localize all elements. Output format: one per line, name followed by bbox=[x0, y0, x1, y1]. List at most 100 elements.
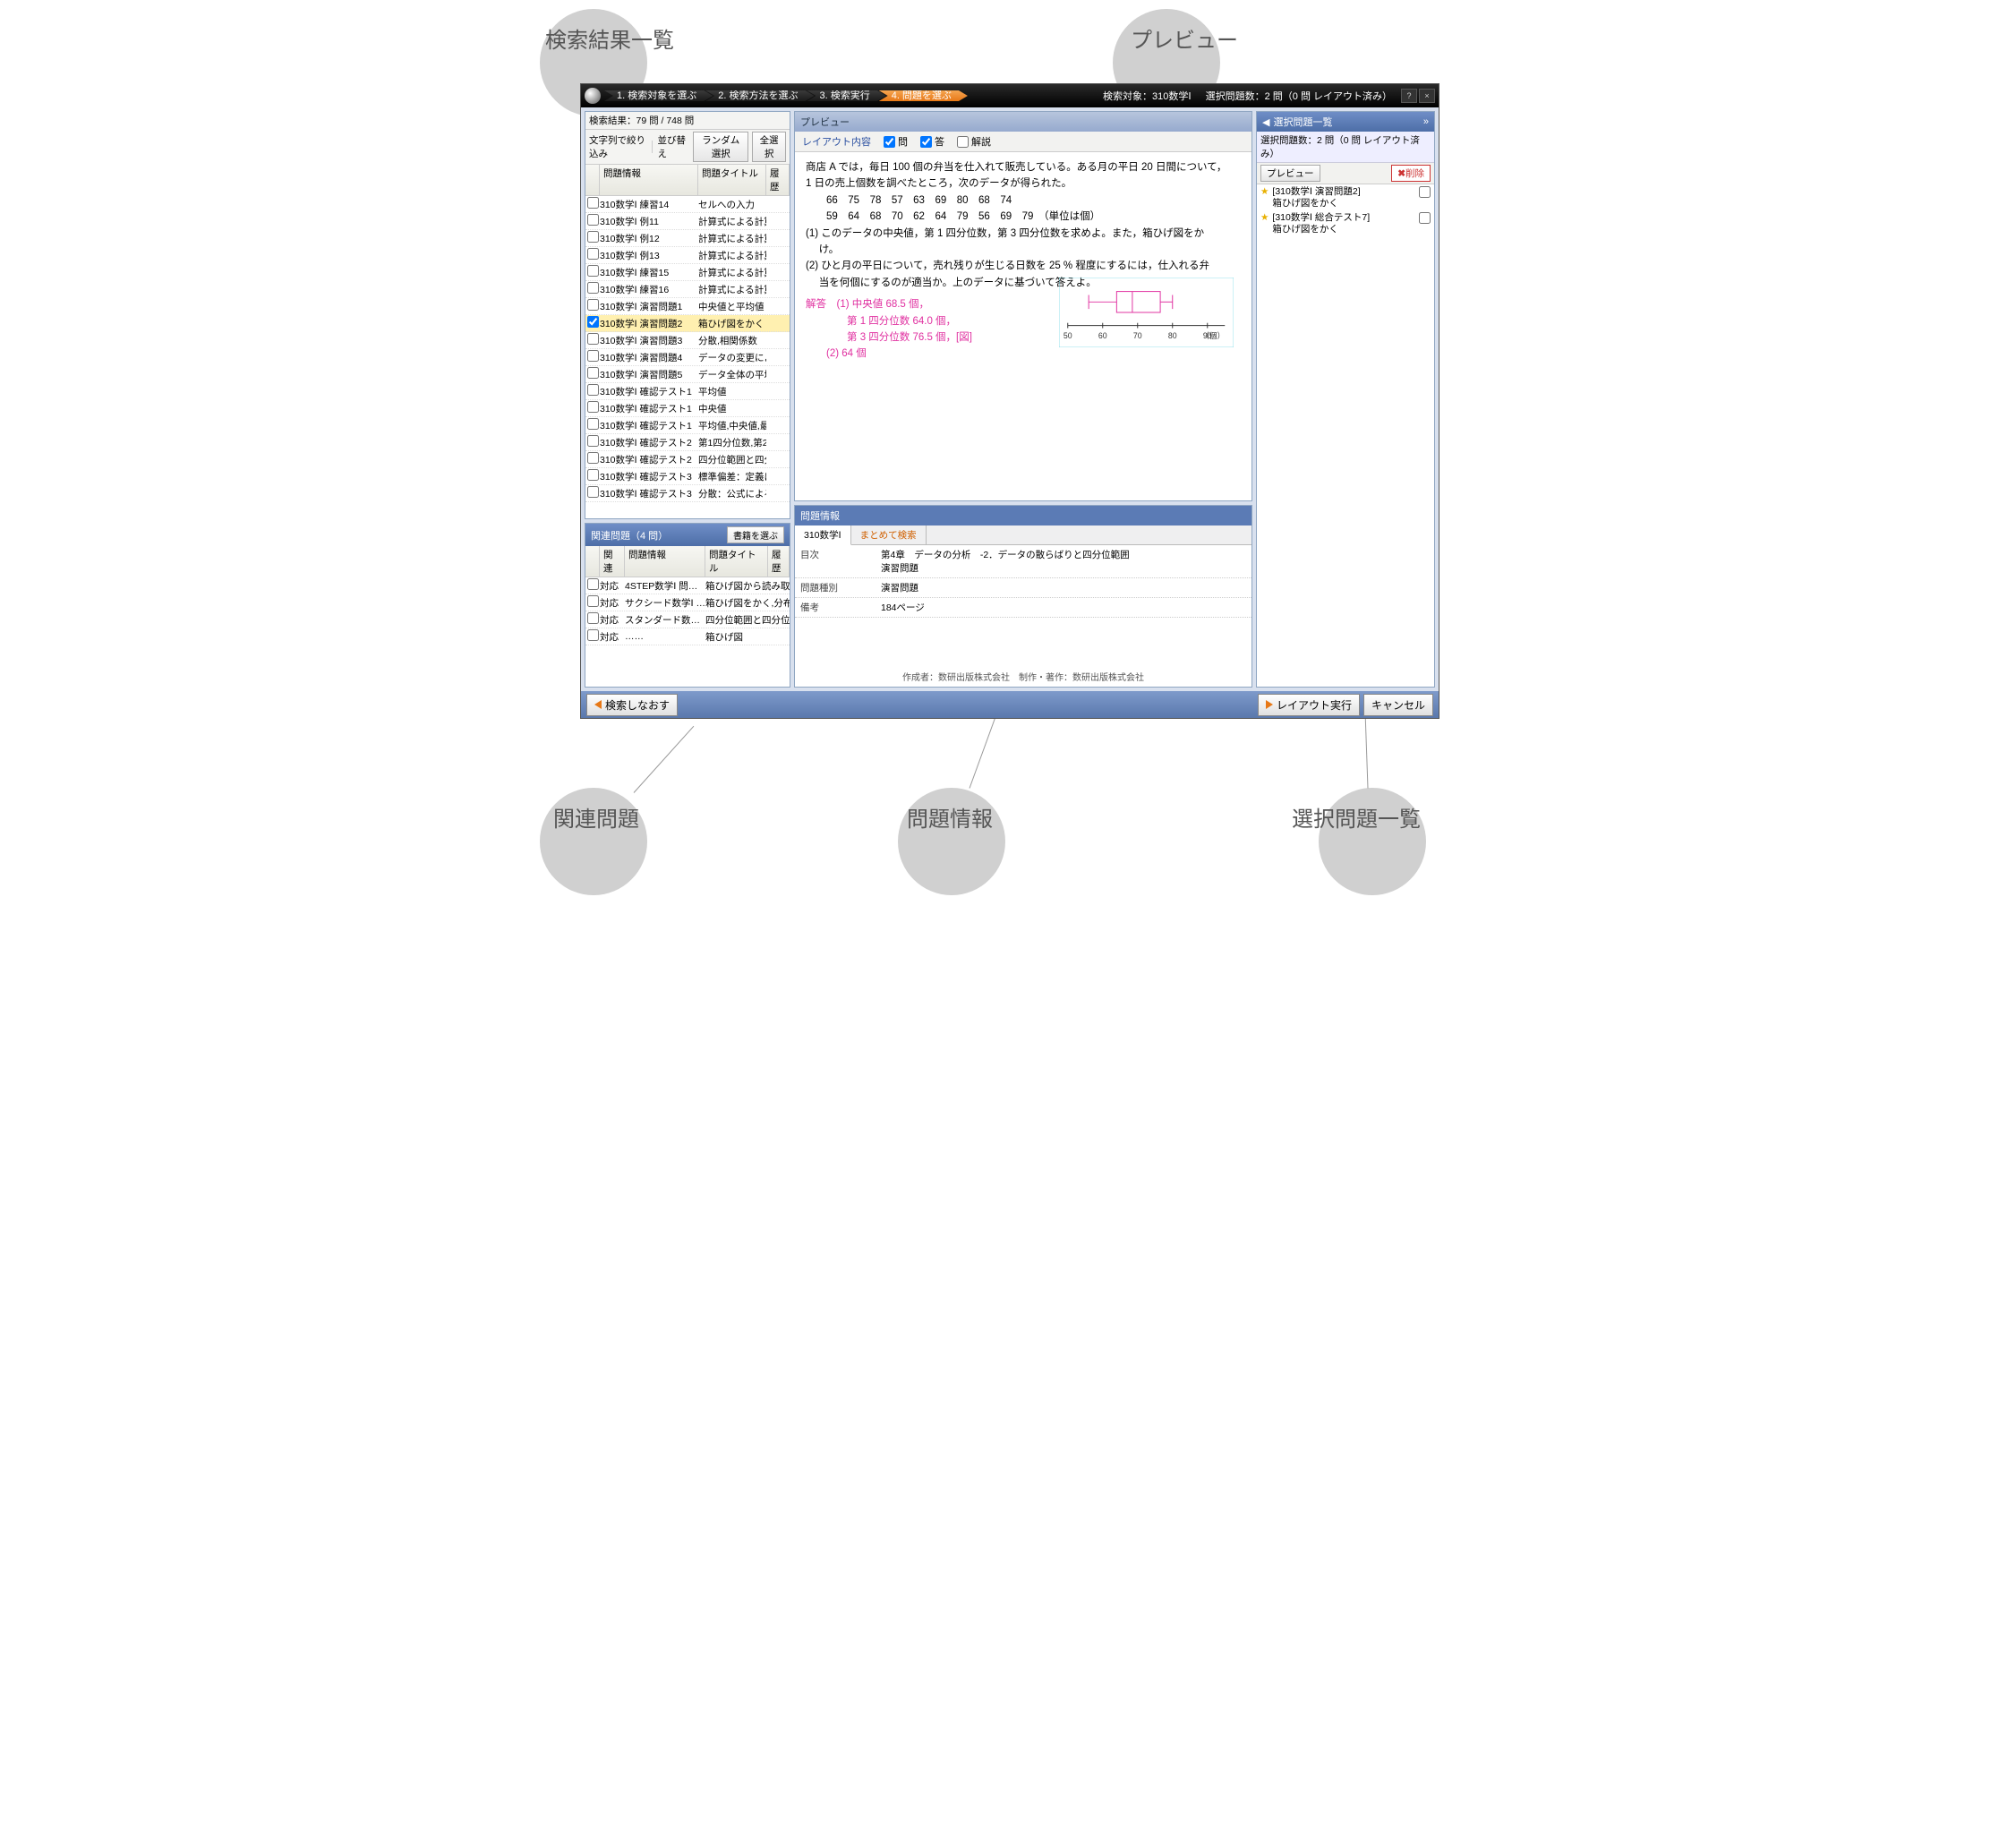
row-info: 310数学Ⅰ 演習問題3 bbox=[600, 334, 698, 347]
selected-delete-button[interactable]: ✖削除 bbox=[1391, 165, 1431, 182]
wizard-step-3[interactable]: 3. 検索実行 bbox=[807, 90, 885, 101]
row-checkbox[interactable] bbox=[587, 333, 599, 345]
row-title: 箱ひげ図 bbox=[705, 630, 790, 644]
row-checkbox[interactable] bbox=[587, 316, 599, 328]
search-results-header: 問題情報 問題タイトル 履歴 bbox=[585, 165, 790, 196]
selected-problems-panel: ◀ 選択問題一覧 » 選択問題数：2 問（0 問 レイアウト済み） プレビュー … bbox=[1256, 111, 1435, 688]
select-all-button[interactable]: 全選択 bbox=[752, 132, 786, 162]
row-checkbox[interactable] bbox=[587, 452, 599, 464]
selected-item[interactable]: ★[310数学Ⅰ 演習問題2] 箱ひげ図をかく bbox=[1257, 184, 1434, 210]
col-header-rel-title[interactable]: 問題タイトル bbox=[705, 546, 768, 577]
preview-line: 66 75 78 57 63 69 80 68 74 bbox=[806, 192, 1241, 209]
row-info: 310数学Ⅰ 確認テスト2 bbox=[600, 436, 698, 449]
related-row[interactable]: 対応サクシード数学Ⅰ …箱ひげ図をかく,分布を… bbox=[585, 594, 790, 611]
row-checkbox[interactable] bbox=[587, 612, 599, 624]
boxplot-figure: 5060708090 （個） bbox=[1059, 278, 1234, 353]
preview-line: 商店 A では，毎日 100 個の弁当を仕入れて販売している。ある月の平日 20… bbox=[806, 159, 1241, 175]
wizard-step-1[interactable]: 1. 検索対象を選ぶ bbox=[604, 90, 713, 101]
row-checkbox[interactable] bbox=[587, 214, 599, 226]
svg-text:50: 50 bbox=[1064, 331, 1072, 340]
search-result-row[interactable]: 310数学Ⅰ 例11計算式による計算：和差… bbox=[585, 213, 790, 230]
search-result-row[interactable]: 310数学Ⅰ 確認テスト1平均値,中央値,最頻値 bbox=[585, 417, 790, 434]
row-checkbox[interactable] bbox=[587, 248, 599, 260]
search-result-row[interactable]: 310数学Ⅰ 確認テスト2第1四分位数,第2四分位… bbox=[585, 434, 790, 451]
search-result-row[interactable]: 310数学Ⅰ 確認テスト3分散：公式による bbox=[585, 485, 790, 502]
row-checkbox[interactable] bbox=[587, 435, 599, 447]
layout-content-label: レイアウト内容 bbox=[802, 134, 871, 149]
row-checkbox[interactable] bbox=[587, 282, 599, 294]
close-button[interactable]: × bbox=[1419, 89, 1435, 103]
checkbox-explanation[interactable]: 解説 bbox=[957, 134, 991, 149]
row-checkbox[interactable] bbox=[587, 486, 599, 498]
selected-header-label: 選択問題一覧 bbox=[1273, 115, 1332, 129]
row-title: データ全体の平均値と分散 bbox=[698, 368, 766, 381]
search-result-row[interactable]: 310数学Ⅰ 確認テスト2四分位範囲と四分位偏差… bbox=[585, 451, 790, 468]
wizard-step-4[interactable]: 4. 問題を選ぶ bbox=[879, 90, 968, 101]
row-checkbox[interactable] bbox=[587, 231, 599, 243]
row-checkbox[interactable] bbox=[587, 401, 599, 413]
search-result-row[interactable]: 310数学Ⅰ 確認テスト3標準偏差：定義による bbox=[585, 468, 790, 485]
search-result-row[interactable]: 310数学Ⅰ 演習問題1中央値と平均値 bbox=[585, 298, 790, 315]
sort-label[interactable]: 並び替え bbox=[657, 133, 686, 160]
help-button[interactable]: ? bbox=[1401, 89, 1417, 103]
info-tab[interactable]: 310数学Ⅰ bbox=[795, 525, 851, 545]
row-info: 310数学Ⅰ 演習問題2 bbox=[600, 317, 698, 330]
info-tab[interactable]: まとめて検索 bbox=[851, 525, 927, 544]
selected-item-checkbox[interactable] bbox=[1419, 212, 1431, 224]
row-checkbox[interactable] bbox=[587, 384, 599, 396]
row-checkbox[interactable] bbox=[587, 350, 599, 362]
title-bar: 1. 検索対象を選ぶ2. 検索方法を選ぶ3. 検索実行4. 問題を選ぶ 検索対象… bbox=[581, 84, 1439, 107]
col-header-rel-hist[interactable]: 履歴 bbox=[768, 546, 790, 577]
info-row: 目次第4章 データの分析 -2．データの散らばりと四分位範囲 演習問題 bbox=[795, 545, 1251, 578]
search-result-row[interactable]: 310数学Ⅰ 練習16計算式による計算：相関… bbox=[585, 281, 790, 298]
search-result-row[interactable]: 310数学Ⅰ 演習問題4データの変更による平均値… bbox=[585, 349, 790, 366]
checkbox-question[interactable]: 問 bbox=[884, 134, 908, 149]
layout-execute-button[interactable]: レイアウト実行 bbox=[1258, 694, 1360, 716]
info-row: 備考184ページ bbox=[795, 598, 1251, 618]
search-result-row[interactable]: 310数学Ⅰ 確認テスト1中央値 bbox=[585, 400, 790, 417]
row-info: 310数学Ⅰ 演習問題1 bbox=[600, 300, 698, 313]
wizard-step-2[interactable]: 2. 検索方法を選ぶ bbox=[705, 90, 814, 101]
search-result-row[interactable]: 310数学Ⅰ 演習問題2箱ひげ図をかく bbox=[585, 315, 790, 332]
row-title: 標準偏差：定義による bbox=[698, 470, 766, 483]
col-header-title[interactable]: 問題タイトル bbox=[698, 165, 766, 195]
search-result-row[interactable]: 310数学Ⅰ 練習15計算式による計算：平均… bbox=[585, 264, 790, 281]
row-checkbox[interactable] bbox=[587, 418, 599, 430]
search-result-row[interactable]: 310数学Ⅰ 例13計算式による計算：総和 bbox=[585, 247, 790, 264]
selected-preview-button[interactable]: プレビュー bbox=[1260, 165, 1320, 182]
col-header-hist[interactable]: 履歴 bbox=[766, 165, 790, 195]
selected-item-checkbox[interactable] bbox=[1419, 186, 1431, 198]
app-logo-icon bbox=[585, 88, 601, 104]
related-row[interactable]: 対応4STEP数学Ⅰ 問…箱ひげ図から読み取り bbox=[585, 577, 790, 594]
related-row[interactable]: 対応スタンダード数…四分位範囲と四分位… bbox=[585, 611, 790, 628]
row-rel: 対応 bbox=[600, 613, 625, 627]
cancel-button[interactable]: キャンセル bbox=[1363, 694, 1433, 716]
search-result-row[interactable]: 310数学Ⅰ 練習14セルへの入力 bbox=[585, 196, 790, 213]
svg-text:70: 70 bbox=[1133, 331, 1142, 340]
row-checkbox[interactable] bbox=[587, 299, 599, 311]
back-button[interactable]: 検索しなおす bbox=[586, 694, 678, 716]
star-icon: ★ bbox=[1260, 186, 1269, 197]
search-result-row[interactable]: 310数学Ⅰ 確認テスト1平均値 bbox=[585, 383, 790, 400]
random-select-button[interactable]: ランダム選択 bbox=[693, 132, 748, 162]
search-result-row[interactable]: 310数学Ⅰ 演習問題3分散,相関係数 bbox=[585, 332, 790, 349]
row-checkbox[interactable] bbox=[587, 469, 599, 481]
related-row[interactable]: 対応……箱ひげ図 bbox=[585, 628, 790, 645]
row-checkbox[interactable] bbox=[587, 595, 599, 607]
selected-item[interactable]: ★[310数学Ⅰ 総合テスト7] 箱ひげ図をかく bbox=[1257, 210, 1434, 236]
row-checkbox[interactable] bbox=[587, 367, 599, 379]
row-checkbox[interactable] bbox=[587, 629, 599, 641]
search-result-row[interactable]: 310数学Ⅰ 演習問題5データ全体の平均値と分散 bbox=[585, 366, 790, 383]
row-checkbox[interactable] bbox=[587, 197, 599, 209]
select-books-button[interactable]: 書籍を選ぶ bbox=[727, 526, 784, 543]
col-header-rel-info[interactable]: 問題情報 bbox=[625, 546, 705, 577]
col-header-rel[interactable]: 関連 bbox=[600, 546, 625, 577]
col-header-info[interactable]: 問題情報 bbox=[600, 165, 698, 195]
row-title: 四分位範囲と四分位… bbox=[705, 613, 790, 627]
row-title: 計算式による計算：平均… bbox=[698, 266, 766, 279]
checkbox-answer[interactable]: 答 bbox=[920, 134, 944, 149]
row-checkbox[interactable] bbox=[587, 265, 599, 277]
expand-icon[interactable]: » bbox=[1423, 116, 1429, 127]
row-checkbox[interactable] bbox=[587, 578, 599, 590]
search-result-row[interactable]: 310数学Ⅰ 例12計算式による計算：累乗… bbox=[585, 230, 790, 247]
